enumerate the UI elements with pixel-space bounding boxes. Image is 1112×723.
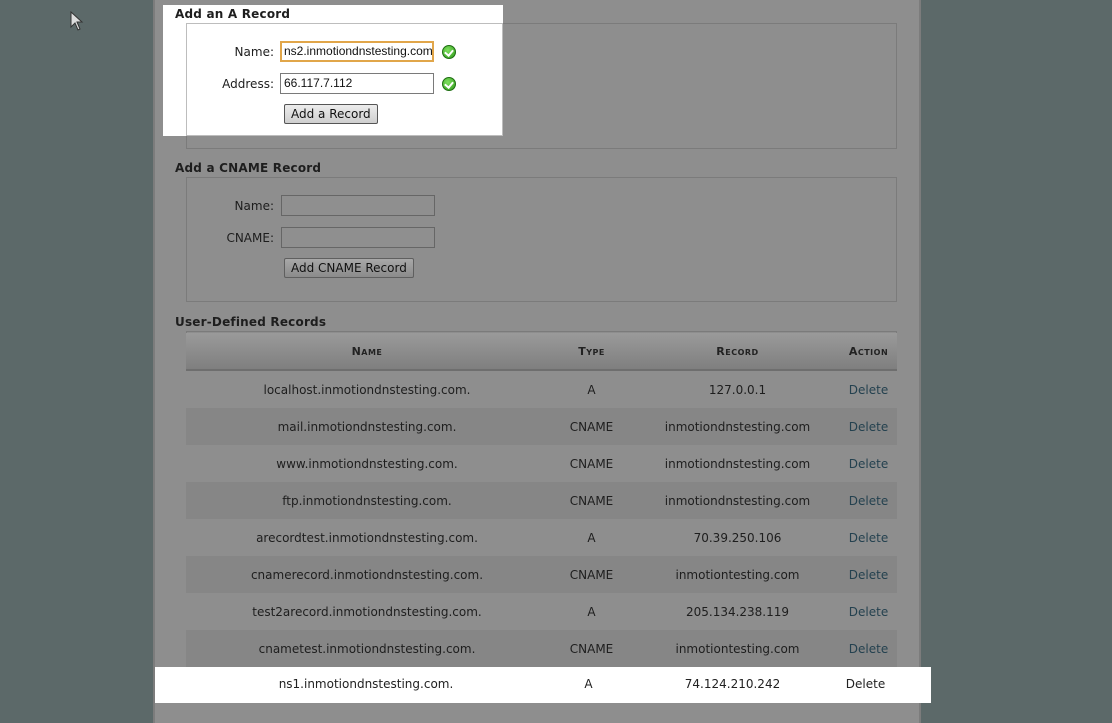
record-value: inmotiondnstesting.com <box>635 408 840 445</box>
record-name: mail.inmotiondnstesting.com. <box>186 408 548 445</box>
a-name-label: Name: <box>234 45 274 59</box>
table-row: cnamerecord.inmotiondnstesting.com. CNAM… <box>186 556 897 593</box>
delete-link[interactable]: Delete <box>849 457 888 471</box>
record-type: CNAME <box>548 556 635 593</box>
add-cname-record-button[interactable]: Add CNAME Record <box>284 258 414 278</box>
record-name: arecordtest.inmotiondnstesting.com. <box>186 519 548 556</box>
mouse-pointer-icon <box>70 11 84 31</box>
add-a-record-button[interactable]: Add a Record <box>284 104 378 124</box>
delete-link[interactable]: Delete <box>849 494 888 508</box>
record-type: A <box>548 519 635 556</box>
records-title: User-Defined Records <box>175 315 327 329</box>
column-header-name: Name <box>186 333 548 371</box>
delete-link[interactable]: Delete <box>849 383 888 397</box>
delete-link[interactable]: Delete <box>849 605 888 619</box>
record-type: A <box>584 677 593 691</box>
delete-link[interactable]: Delete <box>849 531 888 545</box>
column-header-type: Type <box>548 333 635 371</box>
record-name: ftp.inmotiondnstesting.com. <box>186 482 548 519</box>
column-header-action: Action <box>840 333 897 371</box>
a-address-label: Address: <box>222 77 274 91</box>
table-row: localhost.inmotiondnstesting.com. A 127.… <box>186 370 897 408</box>
record-name: cnametest.inmotiondnstesting.com. <box>186 630 548 667</box>
record-value: 205.134.238.119 <box>635 593 840 630</box>
a-record-fieldset-bottom <box>186 136 503 149</box>
green-checkmark-icon <box>442 77 456 91</box>
a-name-input[interactable]: ns2.inmotiondnstesting.com <box>280 41 434 62</box>
record-value: inmotiontesting.com <box>635 556 840 593</box>
delete-link[interactable]: Delete <box>849 568 888 582</box>
record-name: cnamerecord.inmotiondnstesting.com. <box>186 556 548 593</box>
delete-link[interactable]: Delete <box>849 642 888 656</box>
a-record-title: Add an A Record <box>175 7 291 21</box>
column-header-record: Record <box>635 333 840 371</box>
delete-link[interactable]: Delete <box>849 420 888 434</box>
record-name: test2arecord.inmotiondnstesting.com. <box>186 593 548 630</box>
a-record-section: Add an A Record Name: ns2.inmotiondnstes… <box>163 5 503 136</box>
record-type: A <box>548 370 635 408</box>
table-row: test2arecord.inmotiondnstesting.com. A 2… <box>186 593 897 630</box>
cname-name-label: Name: <box>234 199 274 213</box>
record-name: ns1.inmotiondnstesting.com. <box>278 677 454 691</box>
record-name: localhost.inmotiondnstesting.com. <box>186 370 548 408</box>
cname-record-title: Add a CNAME Record <box>175 161 322 175</box>
table-row: www.inmotiondnstesting.com. CNAME inmoti… <box>186 445 897 482</box>
record-value: inmotiondnstesting.com <box>635 482 840 519</box>
green-checkmark-icon <box>442 45 456 59</box>
records-table: Name Type Record Action localhost.inmoti… <box>186 333 897 667</box>
table-row: arecordtest.inmotiondnstesting.com. A 70… <box>186 519 897 556</box>
table-row: mail.inmotiondnstesting.com. CNAME inmot… <box>186 408 897 445</box>
a-record-fieldset-ext <box>503 23 897 149</box>
table-row-highlighted: ns1.inmotiondnstesting.com. A 74.124.210… <box>155 667 931 703</box>
record-value: 74.124.210.242 <box>684 677 781 691</box>
delete-link[interactable]: Delete <box>834 677 897 691</box>
record-name: www.inmotiondnstesting.com. <box>186 445 548 482</box>
record-value: inmotiontesting.com <box>635 630 840 667</box>
record-type: CNAME <box>548 445 635 482</box>
a-address-input[interactable]: 66.117.7.112 <box>280 73 434 94</box>
record-type: CNAME <box>548 482 635 519</box>
cname-value-label: CNAME: <box>226 231 274 245</box>
table-row: cnametest.inmotiondnstesting.com. CNAME … <box>186 630 897 667</box>
record-value: 127.0.0.1 <box>635 370 840 408</box>
cname-value-input[interactable] <box>281 227 435 248</box>
record-type: CNAME <box>548 630 635 667</box>
record-value: inmotiondnstesting.com <box>635 445 840 482</box>
table-row: ftp.inmotiondnstesting.com. CNAME inmoti… <box>186 482 897 519</box>
record-value: 70.39.250.106 <box>635 519 840 556</box>
record-type: A <box>548 593 635 630</box>
record-type: CNAME <box>548 408 635 445</box>
cname-name-input[interactable] <box>281 195 435 216</box>
table-header-row: Name Type Record Action <box>186 333 897 371</box>
